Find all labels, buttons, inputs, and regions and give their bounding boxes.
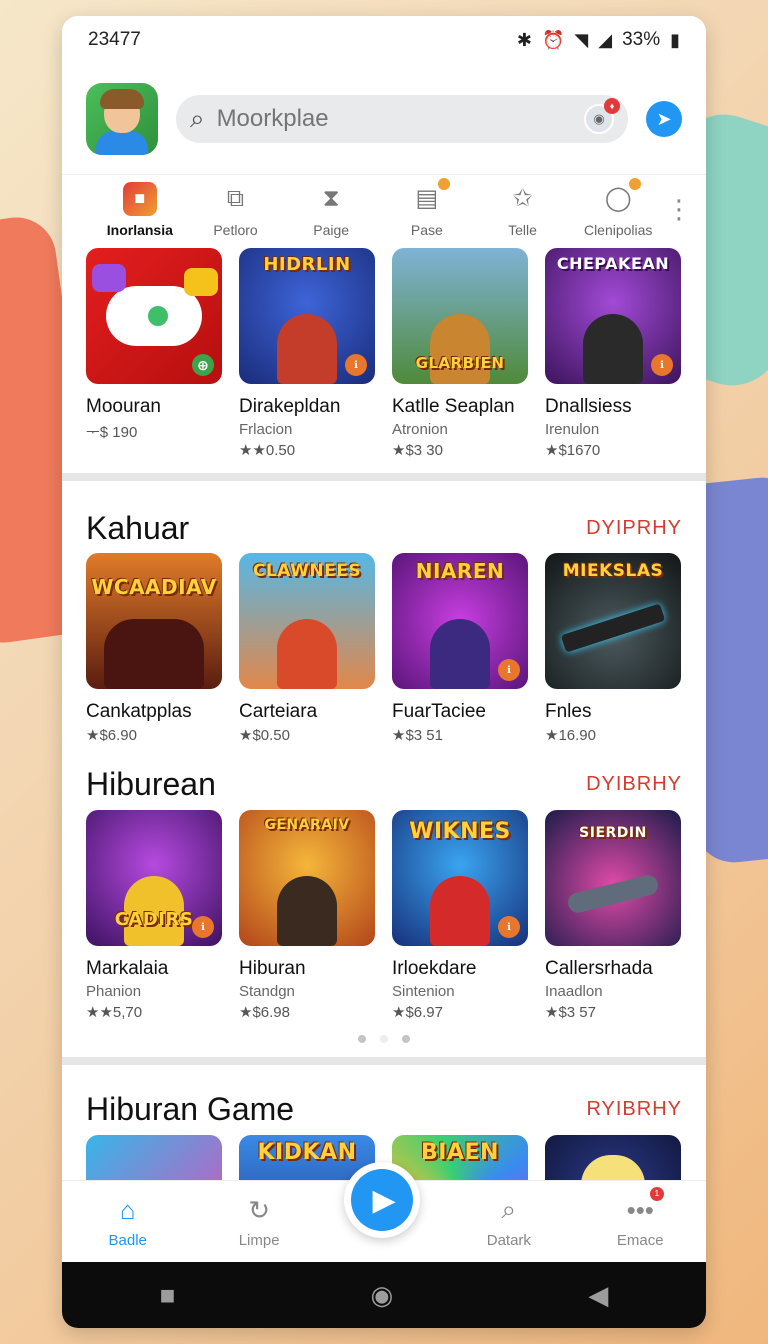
notification-badge: 1: [649, 1186, 664, 1201]
app-thumbnail: MIEKSLAS: [545, 553, 681, 689]
category-tab-1[interactable]: ■ Inorlansia: [92, 181, 188, 238]
blocks-icon: ⧉: [226, 184, 245, 212]
app-card[interactable]: CADIRS ℹ Markalaia Phanion ★★5,70: [86, 810, 222, 1021]
section-divider: [62, 473, 706, 481]
section-kahuar: Kahuar DYIPRHY WCAADIAV Cankatpplas ★$6.…: [62, 481, 706, 744]
hourglass-icon: ⧗: [322, 184, 340, 212]
notification-badge: ♦: [604, 98, 620, 114]
app-thumbnail: WCAADIAV: [86, 553, 222, 689]
refresh-icon: ↻: [248, 1194, 271, 1225]
app-thumbnail: GENARAIV: [239, 810, 375, 946]
phone-screen: 23477 ✱ ⏰ ◥ ◢ 33% ▮ ⌕ ◉♦ ➤ ■ Inorlansia …: [62, 16, 706, 1328]
app-card[interactable]: MIEKSLAS Fnles ★16.90: [545, 553, 681, 744]
see-all-link[interactable]: RYIBRHY: [586, 1098, 682, 1121]
recents-icon[interactable]: ■: [160, 1280, 176, 1311]
more-options-icon[interactable]: ⋮: [666, 194, 692, 225]
home-button-icon[interactable]: ◉: [371, 1280, 394, 1311]
nav-item-limpe[interactable]: ↻ Limpe: [193, 1195, 324, 1249]
nav-item-more[interactable]: ••• 1 Emace: [575, 1186, 706, 1249]
play-button[interactable]: ▶: [344, 1162, 420, 1238]
app-card[interactable]: WIKNES ℹ Irloekdare Sintenion ★$6.97: [392, 810, 528, 1021]
search-icon: ⌕: [501, 1194, 517, 1224]
header: ⌕ ◉♦ ➤: [62, 64, 706, 174]
wifi-icon: ◥: [574, 29, 589, 50]
app-card[interactable]: CHEPAKEAN ℹ Dnallsiess Irenulon ★$1670: [545, 248, 681, 459]
bluetooth-icon: ✱: [516, 29, 532, 50]
app-logo[interactable]: [86, 83, 158, 155]
alarm-icon: ⏰: [541, 29, 565, 50]
app-thumbnail: CHEPAKEAN ℹ: [545, 248, 681, 384]
nav-item-search[interactable]: ⌕ Datark: [443, 1194, 574, 1249]
section-divider: [62, 1057, 706, 1065]
featured-row: ⊕ Moouran ᅮ$ 190 HIDRLIN ℹ Dirakepldan F…: [62, 244, 706, 473]
battery-icon: ▮: [670, 29, 680, 50]
system-navigation-bar: ■ ◉ ◀: [62, 1262, 706, 1328]
voice-search-button[interactable]: ◉ ♦: [584, 98, 620, 134]
section-hiburean: Hiburean DYIBRHY CADIRS ℹ Markalaia Phan…: [62, 744, 706, 1057]
back-icon[interactable]: ◀: [588, 1280, 608, 1311]
category-tab-4[interactable]: ▤ Pase: [379, 177, 475, 238]
page-dot[interactable]: [358, 1035, 366, 1043]
document-icon: ▤: [410, 177, 450, 216]
app-card[interactable]: GENARAIV Hiburan Standgn ★$6.98: [239, 810, 375, 1021]
navigation-arrow-button[interactable]: ➤: [646, 101, 682, 137]
page-dot[interactable]: [402, 1035, 410, 1043]
status-time: 23477: [88, 29, 141, 50]
category-tab-2[interactable]: ⧉ Petloro: [188, 182, 284, 238]
app-thumbnail: WIKNES ℹ: [392, 810, 528, 946]
app-thumbnail: HIDRLIN ℹ: [239, 248, 375, 384]
app-thumbnail: CLAWNEES: [239, 553, 375, 689]
app-thumbnail: SIERDIN: [545, 810, 681, 946]
search-bar[interactable]: ⌕ ◉♦: [176, 95, 628, 143]
play-icon: ▶: [351, 1169, 413, 1231]
app-card[interactable]: SIERDIN Callersrhada Inaadlon ★$3 57: [545, 810, 681, 1021]
app-thumbnail: NIAREN ℹ: [392, 553, 528, 689]
search-input[interactable]: [216, 105, 572, 133]
app-card[interactable]: NIAREN ℹ FuarTaciee ★$3 51: [392, 553, 528, 744]
more-horiz-icon: ••• 1: [627, 1186, 664, 1226]
app-thumbnail: GLARBIEN: [392, 248, 528, 384]
status-bar: 23477 ✱ ⏰ ◥ ◢ 33% ▮: [62, 16, 706, 64]
nav-item-home[interactable]: ⌂ Badle: [62, 1195, 193, 1249]
category-tab-3[interactable]: ⧗ Paige: [283, 182, 379, 238]
star-icon: ✩: [512, 185, 533, 212]
section-title: Kahuar: [86, 509, 190, 546]
category-tab-5[interactable]: ✩ Telle: [475, 182, 571, 238]
chat-icon: ◯: [601, 177, 642, 216]
app-card[interactable]: GLARBIEN Katlle Seaplan Atronion ★$3 30: [392, 248, 528, 459]
home-icon: ⌂: [119, 1194, 136, 1225]
see-all-link[interactable]: DYIPRHY: [586, 517, 682, 540]
search-icon: ⌕: [190, 103, 205, 133]
page-indicator: [86, 1021, 682, 1057]
status-icons: ✱ ⏰ ◥ ◢ 33% ▮: [517, 29, 680, 51]
app-thumbnail: ⊕: [86, 248, 222, 384]
section-title: Hiburean: [86, 765, 216, 802]
app-card[interactable]: HIDRLIN ℹ Dirakepldan Frlacion ★★0.50: [239, 248, 375, 459]
section-title: Hiburan Game: [86, 1090, 295, 1127]
app-card[interactable]: ⊕ Moouran ᅮ$ 190: [86, 248, 222, 459]
page-dot[interactable]: [380, 1035, 388, 1043]
app-thumbnail: CADIRS ℹ: [86, 810, 222, 946]
category-bar: ■ Inorlansia ⧉ Petloro ⧗ Paige ▤ Pase ✩ …: [62, 174, 706, 244]
battery-percent: 33%: [622, 29, 661, 50]
see-all-link[interactable]: DYIBRHY: [586, 773, 682, 796]
app-card[interactable]: WCAADIAV Cankatpplas ★$6.90: [86, 553, 222, 744]
app-card[interactable]: CLAWNEES Carteiara ★$0.50: [239, 553, 375, 744]
category-tab-6[interactable]: ◯ Clenipolias: [570, 177, 666, 238]
gamepad-icon: ■: [122, 181, 157, 216]
signal-icon: ◢: [598, 29, 613, 50]
